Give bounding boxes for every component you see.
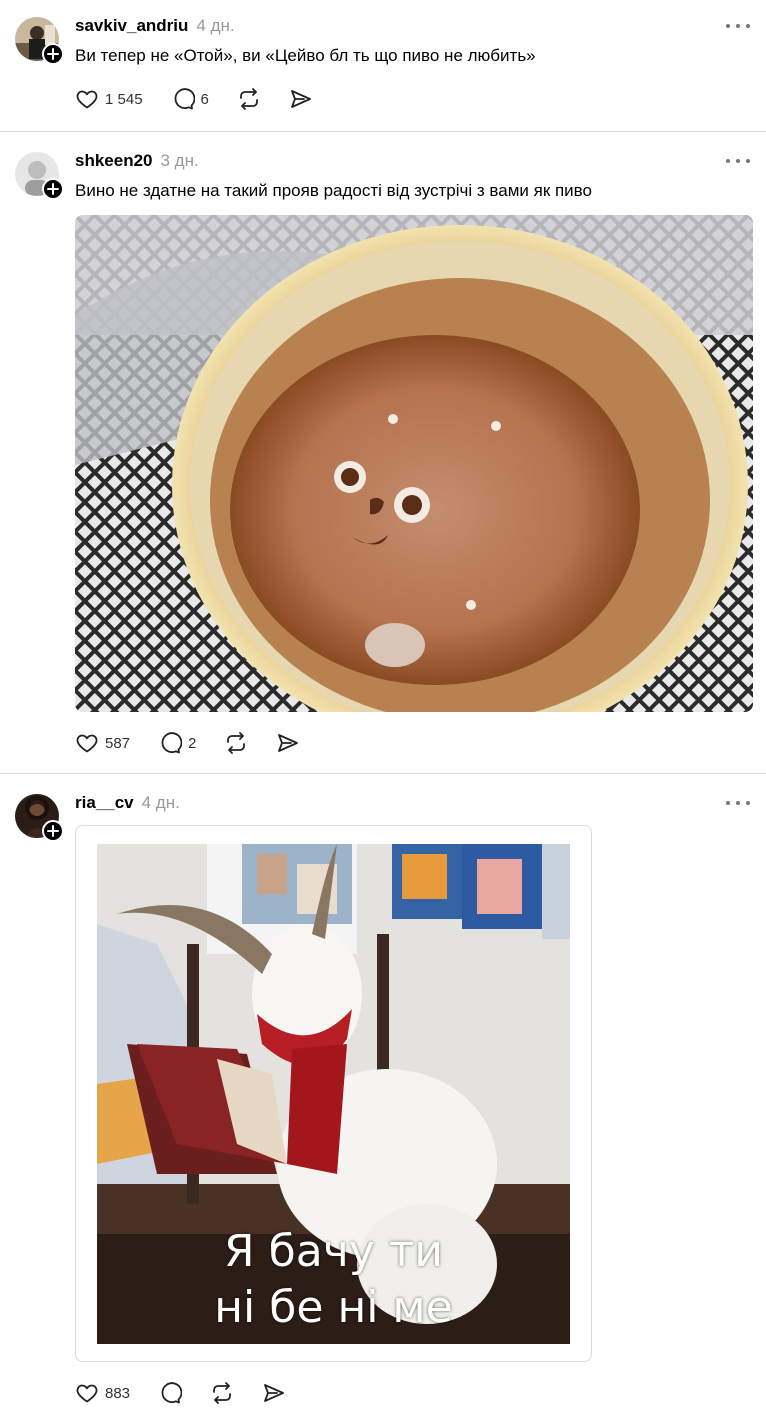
post-image: Я бачу ти ні бе ні ме bbox=[97, 844, 570, 1344]
post-image-frame[interactable]: Я бачу ти ні бе ні ме bbox=[75, 825, 592, 1362]
more-icon-dot bbox=[736, 801, 740, 805]
repost-button[interactable] bbox=[210, 1381, 234, 1405]
like-button[interactable]: 883 bbox=[75, 1381, 130, 1405]
post-header: ria__cv 4 дн. bbox=[75, 793, 180, 813]
share-icon bbox=[264, 1384, 284, 1402]
comment-button[interactable] bbox=[158, 1381, 183, 1405]
share-button[interactable] bbox=[262, 1381, 286, 1405]
follow-plus-icon bbox=[47, 825, 59, 837]
avatar[interactable] bbox=[15, 794, 64, 842]
post: ria__cv 4 дн. Я бачу ти ні бе ні ме 883 bbox=[0, 0, 766, 1417]
more-icon-dot bbox=[746, 801, 750, 805]
meme-caption-line: ні бе ні ме bbox=[214, 1282, 453, 1333]
comment-icon bbox=[161, 1382, 183, 1404]
more-button[interactable] bbox=[726, 791, 750, 815]
heart-icon bbox=[76, 1384, 98, 1403]
username[interactable]: ria__cv bbox=[75, 793, 134, 813]
like-count: 883 bbox=[105, 1384, 131, 1402]
timestamp[interactable]: 4 дн. bbox=[142, 793, 180, 813]
repost-icon bbox=[213, 1382, 231, 1404]
action-bar: 883 bbox=[75, 1380, 314, 1406]
meme-caption-line: Я бачу ти bbox=[224, 1226, 443, 1277]
more-icon-dot bbox=[726, 801, 730, 805]
follow-button[interactable] bbox=[42, 820, 64, 842]
meme-caption: Я бачу ти ні бе ні ме bbox=[97, 1224, 570, 1336]
